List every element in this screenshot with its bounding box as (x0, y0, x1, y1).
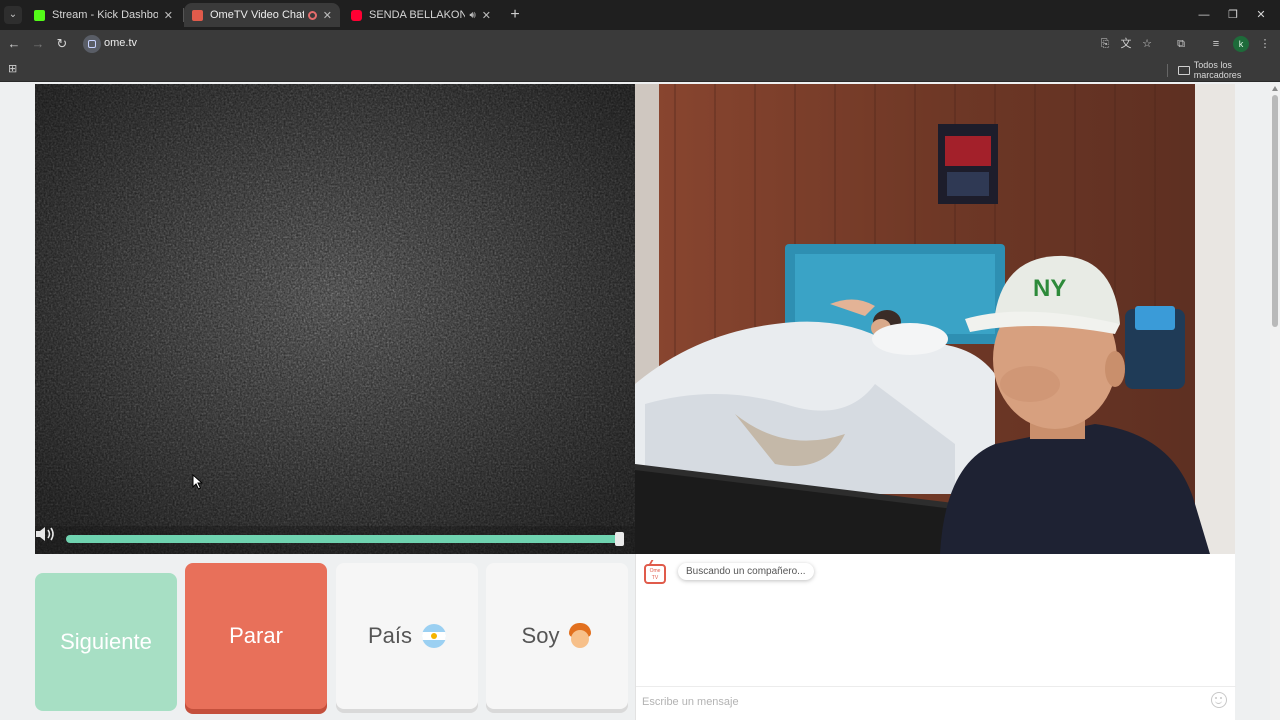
speaker-icon[interactable]: 🔊︎ (469, 10, 475, 21)
stop-button-label: Parar (229, 623, 283, 648)
bookmarks-bar: ⊞ Todos los marcadores (0, 58, 1280, 82)
status-message: Buscando un compañero... (678, 563, 814, 580)
apps-grid-icon[interactable]: ⊞ (8, 63, 20, 75)
minimize-icon[interactable]: — (1195, 6, 1213, 24)
page-scrollbar[interactable] (1270, 83, 1280, 720)
tab-ometv[interactable]: OmeTV Video Chat — Ome ✕ (184, 3, 340, 27)
all-bookmarks-folder[interactable]: Todos los marcadores (1178, 60, 1280, 80)
address-bar[interactable]: ome.tv (80, 33, 1090, 55)
translate-icon[interactable]: 文 (1118, 36, 1134, 52)
svg-text:NY: NY (1033, 275, 1066, 302)
tab-youtube[interactable]: SENDA BELLAKONA - @S1! 🔊︎ ✕ (343, 3, 499, 27)
close-icon[interactable]: ✕ (323, 9, 332, 22)
forward-icon[interactable]: → (28, 34, 48, 54)
message-composer (636, 686, 1236, 720)
extensions-icon[interactable]: ⧉ (1173, 36, 1189, 52)
boy-emoji-icon (568, 623, 592, 649)
stop-button[interactable]: Parar (185, 563, 327, 709)
mouse-cursor-icon (192, 474, 204, 490)
partner-video (35, 84, 635, 554)
argentina-flag-icon (422, 624, 447, 648)
url-text: ome.tv (104, 37, 138, 49)
webcam-scene: NY (635, 84, 1235, 554)
close-icon[interactable]: ✕ (164, 9, 173, 22)
emoji-icon[interactable] (1211, 692, 1227, 708)
bookmark-star-icon[interactable]: ☆ (1139, 36, 1155, 52)
reload-icon[interactable]: ↻ (52, 34, 72, 54)
next-button[interactable]: Siguiente (35, 573, 177, 711)
tab-search-icon[interactable]: ⌄ (4, 6, 22, 24)
youtube-icon (351, 9, 362, 21)
ometv-logo-icon: Ome TV (644, 564, 666, 584)
folder-icon (1178, 65, 1190, 75)
restore-icon[interactable]: ❐ (1224, 6, 1242, 24)
install-app-icon[interactable]: ⎘ (1097, 36, 1113, 52)
tab-title: Stream - Kick Dashboard (52, 9, 158, 21)
message-input[interactable] (642, 692, 1202, 712)
country-button-label: País (367, 623, 413, 648)
video-noise (35, 84, 635, 554)
new-tab-icon[interactable]: + (505, 5, 525, 25)
tab-title: OmeTV Video Chat — Ome (210, 9, 304, 21)
close-window-icon[interactable]: ✕ (1252, 6, 1270, 24)
country-filter-button[interactable]: País (336, 563, 478, 709)
recording-icon (307, 10, 317, 20)
profile-avatar[interactable]: k (1233, 36, 1249, 52)
gender-button-label: Soy (521, 623, 560, 648)
back-icon[interactable]: ← (4, 34, 24, 54)
volume-slider[interactable] (66, 532, 624, 546)
media-control-icon[interactable]: ≡ (1208, 36, 1224, 52)
ometv-icon (192, 9, 203, 21)
chat-panel: Ome TV Buscando un compañero... (635, 554, 1236, 720)
volume-slider-handle[interactable] (615, 532, 624, 546)
gender-button[interactable]: Soy (486, 563, 628, 709)
next-button-label: Siguiente (60, 629, 152, 654)
site-info-icon[interactable] (83, 35, 101, 53)
tab-strip: ⌄ Stream - Kick Dashboard ✕ OmeTV Video … (0, 0, 1280, 30)
volume-level-fill (66, 535, 620, 543)
scroll-up-icon[interactable] (1272, 86, 1278, 91)
volume-icon[interactable] (35, 526, 57, 542)
bookmarks-divider (1167, 64, 1168, 77)
tab-title: SENDA BELLAKONA - @S1! (369, 9, 466, 21)
scroll-thumb[interactable] (1272, 95, 1278, 327)
browser-toolbar: ← → ↻ ome.tv ⎘ 文 ☆ ⧉ ≡ k ⋮ (0, 30, 1280, 58)
kick-icon (34, 9, 45, 21)
menu-icon[interactable]: ⋮ (1257, 36, 1273, 52)
tab-kick-dashboard[interactable]: Stream - Kick Dashboard ✕ (26, 3, 181, 27)
self-video: NY (635, 84, 1235, 554)
bookmarks-folder-label: Todos los marcadores (1193, 60, 1242, 80)
close-icon[interactable]: ✕ (482, 9, 491, 22)
